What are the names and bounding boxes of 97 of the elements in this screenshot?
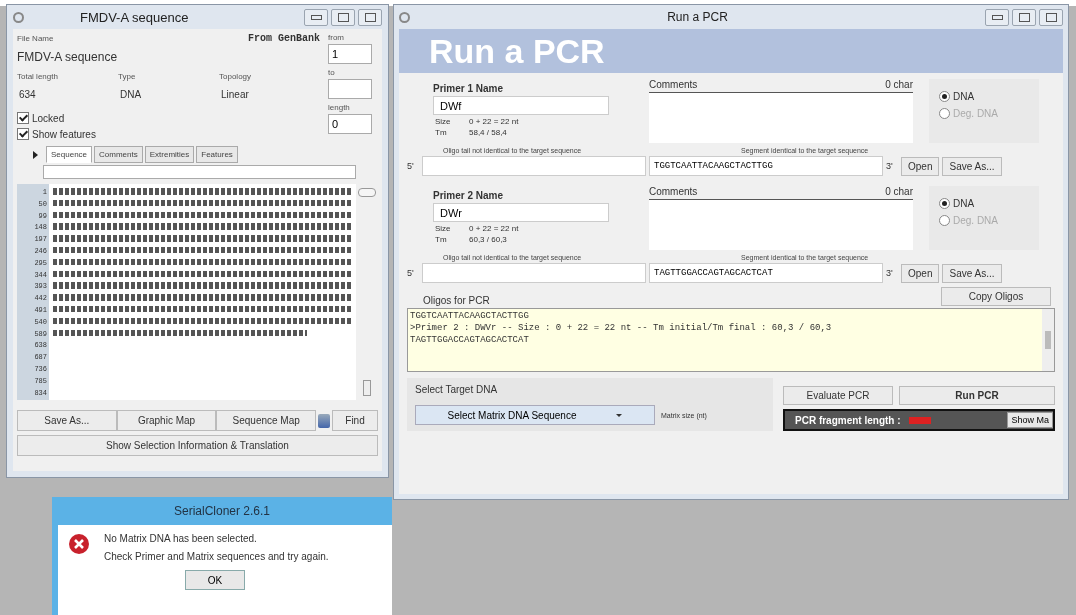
tm-label: Tm — [435, 128, 448, 137]
primer-name-field[interactable]: DWr — [433, 203, 609, 222]
run-pcr-button[interactable]: Run PCR — [899, 386, 1055, 405]
tab[interactable]: Extremities — [144, 146, 195, 163]
tab[interactable]: Comments — [94, 146, 143, 163]
file-name: FMDV-A sequence — [17, 49, 119, 66]
show-map-button[interactable]: Show Ma — [1007, 412, 1053, 428]
comments-field[interactable] — [649, 199, 913, 250]
radio-option[interactable]: DNA — [939, 91, 1029, 102]
oligo-line: TAGTTGGACCAGTAGCACTCAT — [410, 335, 530, 345]
minimize-button[interactable] — [304, 8, 328, 26]
slider-handle[interactable] — [358, 188, 376, 197]
comments-label: Comments — [649, 79, 698, 90]
toolbar-button[interactable]: Save As... — [17, 410, 117, 431]
oligo-line: >Primer 2 : DWVr -- Size : 0 + 22 = 22 nt -- Tm initial/Tm final : 60,3 / 60,3 — [410, 323, 833, 333]
close-button[interactable] — [1039, 8, 1063, 26]
size-value: 0 + 22 = 22 nt — [469, 224, 519, 233]
banner-title: Run a PCR — [429, 31, 605, 71]
tm-value: 60,3 / 60,3 — [469, 235, 507, 244]
range-field[interactable]: 1 — [328, 44, 372, 64]
radio-option[interactable]: DNA — [939, 198, 1029, 209]
selection-info-button[interactable]: Show Selection Information & Translation — [17, 435, 378, 456]
app-icon — [399, 11, 410, 23]
tail-field[interactable] — [422, 263, 646, 283]
three-prime-label: 3' — [886, 268, 894, 278]
radio-button[interactable] — [939, 91, 950, 102]
dialog-title: SerialCloner 2.6.1 — [172, 503, 272, 520]
tab-content-field[interactable] — [43, 165, 356, 179]
size-value: 0 + 22 = 22 nt — [469, 117, 519, 126]
three-prime-label: 3' — [886, 161, 894, 171]
size-label: Size — [435, 224, 452, 233]
primer-button[interactable]: Save As... — [942, 263, 1002, 283]
find-icon[interactable] — [318, 413, 330, 428]
info-label: Topology — [219, 72, 253, 81]
range-label: to — [328, 68, 336, 77]
dialog-message: No Matrix DNA has been selected. — [104, 533, 258, 544]
primer-button[interactable]: Open — [901, 156, 940, 176]
error-icon — [68, 533, 90, 555]
window-title: Run a PCR — [666, 10, 729, 24]
minimize-button[interactable] — [985, 8, 1009, 26]
matrix-dropdown[interactable]: Select Matrix DNA Sequence — [415, 405, 655, 425]
checkbox[interactable] — [17, 112, 29, 124]
primer-name-label: Primer 2 Name — [433, 190, 505, 201]
ok-button[interactable]: OK — [185, 570, 245, 590]
range-label: length — [328, 103, 351, 112]
toolbar-button[interactable]: Sequence Map — [216, 410, 316, 431]
info-label: Total length — [17, 72, 59, 81]
maximize-button[interactable] — [1012, 8, 1036, 26]
oligos-label: Oligos for PCR — [423, 295, 490, 306]
range-label: from — [328, 33, 345, 42]
pointer-icon — [33, 151, 38, 159]
app-icon — [13, 11, 24, 23]
info-value: 634 — [18, 88, 37, 102]
copy-oligos-button[interactable]: Copy Oligos — [941, 287, 1051, 306]
fragment-value-mark — [908, 416, 931, 424]
primer-button[interactable]: Save As... — [942, 156, 1002, 176]
checkbox-label: Show features — [32, 128, 96, 140]
source-label: From GenBank — [248, 33, 320, 44]
oligos-text-area[interactable]: TGGTCAATTACAAGCTACTTGG >Primer 2 : DWVr -- Size : 0 + 22 = 22 nt -- Tm initial/Tm final : 60,3 / 60,3 TAGTTGGACCAGTAGCACTCAT — [407, 308, 1055, 372]
five-prime-label: 5' — [407, 268, 415, 278]
checkbox-label: Locked — [32, 112, 65, 124]
close-button[interactable] — [358, 8, 382, 26]
info-value: DNA — [119, 88, 143, 102]
info-value: Linear — [220, 88, 250, 102]
target-label: Select Target DNA — [415, 384, 499, 395]
evaluate-pcr-button[interactable]: Evaluate PCR — [783, 386, 893, 405]
oligo-line: TGGTCAATTACAAGCTACTTGG — [410, 311, 530, 321]
five-prime-label: 5' — [407, 161, 415, 171]
char-count: 0 char — [885, 186, 913, 197]
char-count: 0 char — [885, 79, 913, 90]
file-name-label: File Name — [17, 34, 54, 43]
dialog-message: Check Primer and Matrix sequences and try again. — [104, 551, 329, 562]
tm-value: 58,4 / 58,4 — [469, 128, 507, 137]
primer-name-field[interactable]: DWf — [433, 96, 609, 115]
tm-label: Tm — [435, 235, 448, 244]
tail-field[interactable] — [422, 156, 646, 176]
size-label: Size — [435, 117, 452, 126]
range-field[interactable] — [328, 79, 372, 99]
segment-field[interactable]: TGGTCAATTACAAGCTACTTGG — [649, 156, 883, 176]
primer-button[interactable]: Open — [901, 263, 940, 283]
comments-field[interactable] — [649, 92, 913, 143]
find-button[interactable]: Find — [332, 410, 378, 431]
range-field[interactable]: 0 — [328, 114, 372, 134]
comments-label: Comments — [649, 186, 698, 197]
tab[interactable]: Sequence — [46, 146, 93, 163]
stepper-icon[interactable] — [363, 380, 371, 396]
toolbar-button[interactable]: Graphic Map — [116, 410, 217, 431]
radio-button[interactable] — [939, 198, 950, 209]
checkbox[interactable] — [17, 128, 29, 140]
window-title: FMDV-A sequence — [79, 9, 190, 25]
scrollbar[interactable] — [1042, 309, 1054, 371]
maximize-button[interactable] — [331, 8, 355, 26]
info-label: Type — [118, 72, 137, 81]
tab[interactable]: Features — [196, 146, 238, 163]
fragment-length-label: PCR fragment length : — [795, 414, 901, 426]
primer-name-label: Primer 1 Name — [433, 83, 505, 94]
segment-field[interactable]: TAGTTGGACCAGTAGCACTCAT — [649, 263, 883, 283]
